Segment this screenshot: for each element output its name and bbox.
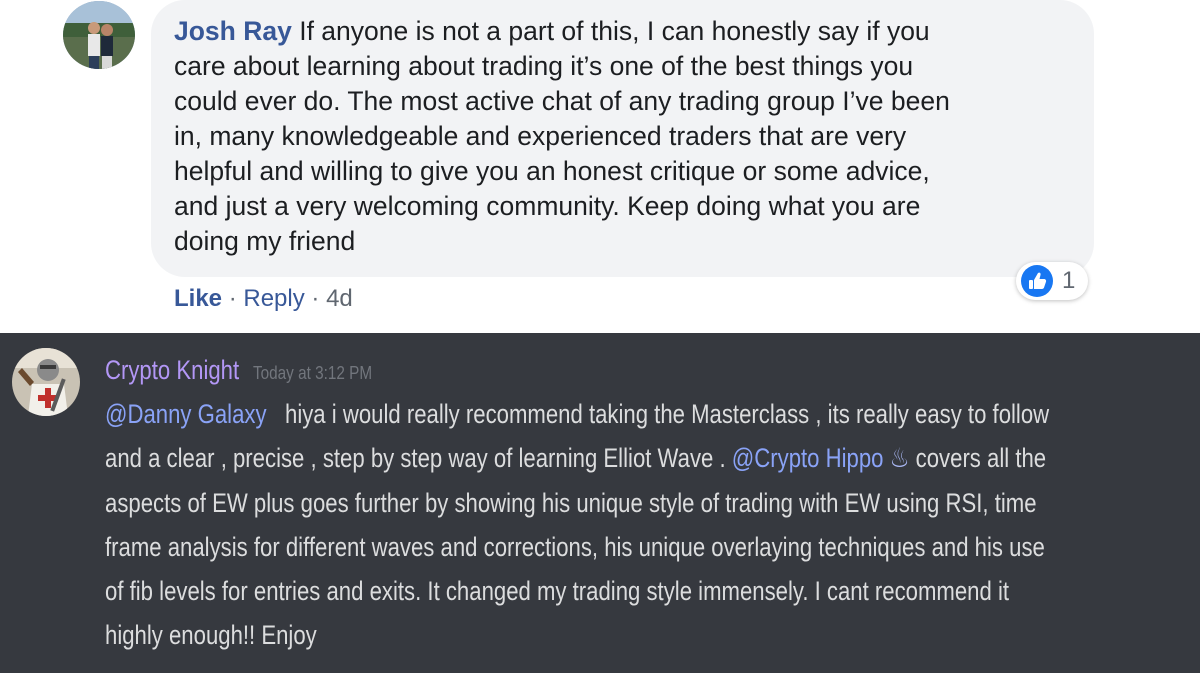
like-link[interactable]: Like [174, 285, 222, 312]
message-line: aspects of EW plus goes further by showi… [105, 487, 1037, 518]
message-line: and a clear , precise , step by step way… [105, 436, 1138, 480]
flame-icon: ♨ [889, 443, 910, 474]
comment-text: Josh Ray If anyone is not a part of this… [174, 14, 1074, 259]
avatar[interactable] [63, 1, 135, 69]
mention-danny-galaxy[interactable]: @Danny Galaxy [105, 399, 267, 429]
message-line-text: covers all the [915, 443, 1047, 474]
message-text: @Danny Galaxy hiya i would really recomm… [105, 392, 1138, 658]
discord-message: Crypto Knight Today at 3:12 PM @Danny Ga… [0, 333, 1200, 673]
message-line: highly enough!! Enjoy [105, 620, 317, 651]
message-header: Crypto Knight Today at 3:12 PM [105, 353, 393, 387]
reply-link[interactable]: Reply [243, 285, 304, 312]
avatar[interactable] [12, 348, 80, 416]
message-timestamp: Today at 3:12 PM [253, 363, 373, 383]
comment-line: and just a very welcoming community. Kee… [174, 191, 921, 221]
comment-line: in, many knowledgeable and experienced t… [174, 121, 907, 151]
separator: · [228, 285, 237, 312]
comment-author[interactable]: Josh Ray [174, 16, 292, 46]
comment-line: could ever do. The most active chat of a… [174, 86, 950, 116]
message-line: @Danny Galaxy hiya i would really recomm… [105, 392, 1138, 436]
message-line-text: and a clear , precise , step by step way… [105, 443, 726, 474]
comment-line: helpful and willing to give you an hones… [174, 156, 930, 186]
mention-crypto-hippo[interactable]: @Crypto Hippo [732, 443, 884, 473]
comment-line: doing my friend [174, 226, 356, 256]
separator: · [311, 285, 320, 312]
facebook-comment: Josh Ray If anyone is not a part of this… [0, 0, 1200, 333]
comment-actions: Like · Reply · 4d [174, 284, 353, 314]
reaction-count: 1 [1062, 267, 1076, 294]
comment-line: care about learning about trading it’s o… [174, 51, 914, 81]
comment-line: If anyone is not a part of this, I can h… [299, 16, 930, 46]
reaction-badge[interactable]: 1 [1016, 262, 1088, 300]
message-line-text: hiya i would really recommend taking the… [285, 399, 1050, 429]
message-line: of fib levels for entries and exits. It … [105, 576, 1010, 607]
message-author[interactable]: Crypto Knight [105, 353, 239, 387]
comment-age[interactable]: 4d [326, 285, 353, 312]
thumbs-up-icon [1021, 265, 1053, 297]
message-line: frame analysis for different waves and c… [105, 531, 1045, 562]
comment-bubble: Josh Ray If anyone is not a part of this… [151, 0, 1094, 277]
